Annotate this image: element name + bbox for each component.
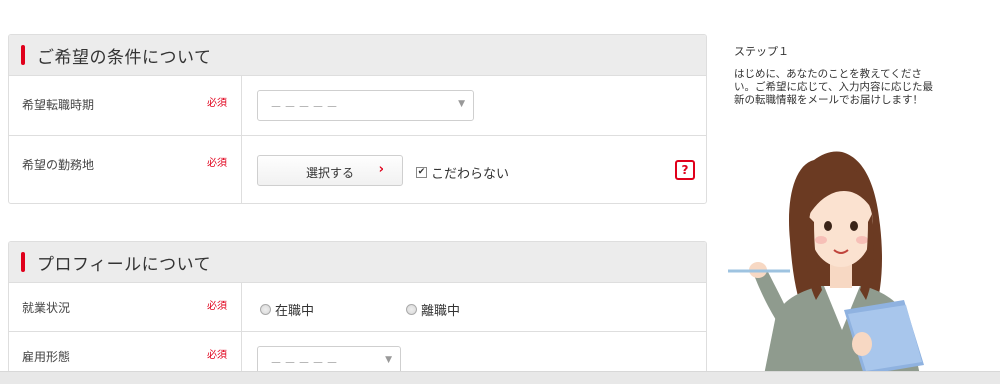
button-label: 選択する	[306, 166, 355, 180]
help-icon[interactable]: ?	[675, 160, 695, 180]
section-title: プロフィールについて	[37, 254, 212, 275]
required-badge: 必須	[207, 350, 227, 361]
field-label: 就業状況	[22, 301, 71, 315]
field-body: －－－－－ ▼	[242, 332, 706, 376]
field-body: 選択する › ✔ こだわらない ?	[242, 136, 706, 203]
field-label: 希望転職時期	[22, 98, 95, 112]
checkbox-label: こだわらない	[431, 167, 510, 182]
form-row-job-change-timing: 希望転職時期 必須 －－－－－ ▼	[9, 76, 706, 136]
checkbox-icon[interactable]: ✔	[416, 167, 427, 178]
radio-label: 在職中	[275, 304, 315, 319]
select-placeholder: －－－－－	[270, 356, 341, 370]
preferences-section: ご希望の条件について 希望転職時期 必須 －－－－－ ▼ 希望の勤務地 必須 選	[8, 34, 707, 204]
profile-section: プロフィールについて 就業状況 必須 在職中 離職中 雇用形態 必須 －－－－－…	[8, 241, 707, 376]
form-row-employment-type: 雇用形態 必須 －－－－－ ▼	[9, 332, 706, 376]
step-label: ステップ１	[734, 45, 789, 58]
registration-page: ご希望の条件について 希望転職時期 必須 －－－－－ ▼ 希望の勤務地 必須 選	[0, 0, 1000, 384]
bottom-bar	[0, 371, 1000, 384]
field-body: －－－－－ ▼	[242, 76, 706, 135]
required-badge: 必須	[207, 98, 227, 109]
radio-label: 離職中	[421, 304, 461, 319]
job-change-timing-select[interactable]: －－－－－ ▼	[257, 90, 474, 121]
form-row-work-location: 希望の勤務地 必須 選択する › ✔ こだわらない ?	[9, 136, 706, 203]
radio-icon[interactable]	[260, 304, 271, 315]
field-label: 希望の勤務地	[22, 158, 95, 172]
select-placeholder: －－－－－	[270, 100, 341, 114]
required-badge: 必須	[207, 301, 227, 312]
radio-unemployed[interactable]: 離職中	[406, 300, 460, 319]
section-header: ご希望の条件について	[9, 35, 706, 76]
chevron-down-icon: ▼	[385, 355, 392, 365]
no-preference-checkbox[interactable]: ✔ こだわらない	[416, 163, 509, 182]
guide-woman-illustration	[728, 151, 924, 375]
field-label: 雇用形態	[22, 350, 71, 364]
radio-icon[interactable]	[406, 304, 417, 315]
section-accent-bar	[21, 45, 25, 65]
form-row-employment-status: 就業状況 必須 在職中 離職中	[9, 283, 706, 332]
section-title: ご希望の条件について	[37, 47, 212, 68]
required-badge: 必須	[207, 158, 227, 169]
field-label-cell: 希望の勤務地 必須	[9, 136, 242, 203]
field-label-cell: 希望転職時期 必須	[9, 76, 242, 135]
select-location-button[interactable]: 選択する ›	[257, 155, 403, 186]
radio-employed[interactable]: 在職中	[260, 300, 314, 319]
section-accent-bar	[21, 252, 25, 272]
field-label-cell: 就業状況 必須	[9, 283, 242, 331]
chevron-down-icon: ▼	[458, 99, 465, 109]
chevron-right-icon: ›	[378, 162, 384, 177]
step-description: はじめに、あなたのことを教えてください。ご希望に応じて、入力内容に応じた最新の転…	[734, 68, 933, 106]
field-body: 在職中 離職中	[242, 283, 706, 331]
field-label-cell: 雇用形態 必須	[9, 332, 242, 376]
section-header: プロフィールについて	[9, 242, 706, 283]
